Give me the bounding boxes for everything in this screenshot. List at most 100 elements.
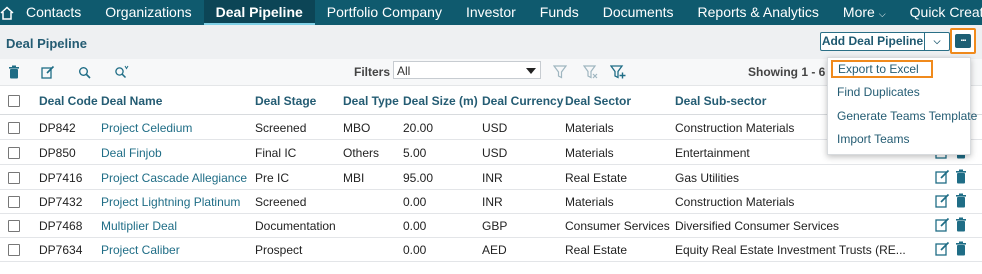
deal-size-cell: 20.00: [403, 121, 434, 135]
deal-type-cell: MBO: [343, 121, 371, 135]
deal-code-cell: DP842: [39, 121, 76, 135]
nav-reports-analytics[interactable]: Reports & Analytics: [686, 0, 831, 25]
deal-name-link[interactable]: Multiplier Deal: [101, 219, 177, 233]
trash-icon[interactable]: [955, 193, 967, 211]
column-header-deal-size[interactable]: Deal Size (m): [403, 94, 478, 108]
trash-icon[interactable]: [955, 169, 967, 187]
top-nav: Contacts Organizations Deal Pipeline Por…: [0, 0, 982, 25]
menu-item-generate-teams-template[interactable]: Generate Teams Template: [837, 109, 977, 123]
deal-stage-cell: Final IC: [255, 146, 297, 160]
caret-down-icon: [526, 68, 536, 74]
table-row[interactable]: DP7432 Project Lightning Platinum Screen…: [0, 189, 982, 214]
deal-name-link[interactable]: Project Lightning Platinum: [101, 195, 240, 209]
nav-more-label: More: [842, 4, 875, 20]
edit-icon[interactable]: [935, 217, 950, 235]
nav-quick-create[interactable]: Quick Create⌵: [898, 0, 982, 25]
more-actions-button[interactable]: ...: [950, 28, 976, 54]
deal-stage-cell: Screened: [255, 121, 307, 135]
column-header-deal-sub-sector[interactable]: Deal Sub-sector: [675, 94, 766, 108]
search-icon[interactable]: [76, 64, 92, 80]
deal-stage-cell: Documentation: [255, 219, 336, 233]
filters-label: Filters :: [354, 65, 398, 79]
trash-icon[interactable]: [955, 241, 967, 259]
deal-sub-sector-cell: Diversified Consumer Services: [675, 219, 840, 233]
column-header-deal-stage[interactable]: Deal Stage: [255, 94, 316, 108]
row-checkbox[interactable]: [8, 147, 20, 159]
column-header-deal-type[interactable]: Deal Type: [343, 94, 399, 108]
deal-currency-cell: INR: [482, 195, 503, 209]
deal-currency-cell: INR: [482, 171, 503, 185]
add-deal-pipeline-label[interactable]: Add Deal Pipeline: [821, 33, 925, 50]
deal-currency-cell: USD: [482, 146, 508, 160]
add-deal-pipeline-button[interactable]: Add Deal Pipeline ⌵: [820, 32, 950, 51]
filters-dropdown[interactable]: All: [393, 61, 541, 79]
deal-sector-cell: Real Estate: [565, 171, 628, 185]
deal-sub-sector-cell: Construction Materials: [675, 121, 795, 135]
column-header-deal-name[interactable]: Deal Name: [101, 94, 162, 108]
advanced-search-icon[interactable]: [114, 64, 130, 80]
home-icon[interactable]: [0, 0, 14, 25]
select-all-checkbox[interactable]: [8, 95, 20, 107]
deal-currency-cell: AED: [482, 243, 507, 257]
chevron-down-icon: ⌵: [878, 9, 886, 19]
deal-name-link[interactable]: Project Celedium: [101, 121, 192, 135]
add-filter-icon[interactable]: [610, 64, 626, 80]
row-actions: [935, 241, 967, 259]
column-header-deal-sector[interactable]: Deal Sector: [565, 94, 631, 108]
edit-icon[interactable]: [40, 64, 56, 80]
nav-investor[interactable]: Investor: [454, 0, 528, 25]
deal-stage-cell: Screened: [255, 195, 307, 209]
deal-code-cell: DP7416: [39, 171, 83, 185]
table-row[interactable]: DP7634 Project Caliber Prospect 0.00 AED…: [0, 237, 982, 262]
nav-portfolio-company[interactable]: Portfolio Company: [315, 0, 454, 25]
deal-name-link[interactable]: Deal Finjob: [101, 146, 162, 160]
nav-quick-create-label: Quick Create: [909, 4, 982, 20]
deal-stage-cell: Prospect: [255, 243, 303, 257]
row-checkbox[interactable]: [8, 196, 20, 208]
deal-sub-sector-cell: Construction Materials: [675, 195, 795, 209]
deal-sub-sector-cell: Gas Utilities: [675, 171, 740, 185]
edit-icon[interactable]: [935, 169, 950, 187]
menu-item-find-duplicates[interactable]: Find Duplicates: [837, 85, 920, 99]
filter-icon[interactable]: [552, 64, 568, 80]
filters-value: All: [397, 64, 411, 78]
deal-size-cell: 5.00: [403, 146, 427, 160]
row-checkbox[interactable]: [8, 244, 20, 256]
edit-icon[interactable]: [935, 193, 950, 211]
more-actions-menu: Export to Excel Find Duplicates Generate…: [827, 57, 977, 155]
row-checkbox[interactable]: [8, 172, 20, 184]
table-row[interactable]: DP7468 Multiplier Deal Documentation 0.0…: [0, 213, 982, 238]
trash-icon[interactable]: [955, 217, 967, 235]
deal-size-cell: 0.00: [403, 195, 427, 209]
deal-code-cell: DP7634: [39, 243, 83, 257]
deal-code-cell: DP850: [39, 146, 76, 160]
nav-organizations[interactable]: Organizations: [93, 0, 203, 25]
deal-sector-cell: Real Estate: [565, 243, 628, 257]
page-title: Deal Pipeline: [6, 36, 87, 51]
deal-currency-cell: GBP: [482, 219, 508, 233]
menu-item-import-teams[interactable]: Import Teams: [837, 132, 909, 146]
nav-deal-pipeline[interactable]: Deal Pipeline: [203, 0, 315, 25]
edit-icon[interactable]: [935, 241, 950, 259]
row-actions: [935, 217, 967, 235]
clear-filter-icon[interactable]: [582, 64, 598, 80]
trash-icon[interactable]: [6, 64, 22, 80]
nav-contacts[interactable]: Contacts: [14, 0, 93, 25]
nav-funds[interactable]: Funds: [528, 0, 591, 25]
column-header-deal-code[interactable]: Deal Code: [39, 94, 98, 108]
row-actions: [935, 193, 967, 211]
column-header-deal-currency[interactable]: Deal Currency: [482, 94, 563, 108]
deal-sub-sector-cell: Equity Real Estate Investment Trusts (RE…: [675, 243, 906, 257]
deal-name-link[interactable]: Project Cascade Allegiance: [101, 171, 247, 185]
menu-item-export-to-excel[interactable]: Export to Excel: [831, 60, 933, 78]
chevron-down-icon[interactable]: ⌵: [925, 33, 949, 50]
deal-sector-cell: Materials: [565, 195, 614, 209]
deal-type-cell: Others: [343, 146, 380, 160]
deal-name-link[interactable]: Project Caliber: [101, 243, 180, 257]
row-checkbox[interactable]: [8, 122, 20, 134]
table-row[interactable]: DP7416 Project Cascade Allegiance Pre IC…: [0, 165, 982, 190]
deal-type-cell: MBI: [343, 171, 365, 185]
nav-more[interactable]: More ⌵: [831, 0, 898, 25]
row-checkbox[interactable]: [8, 220, 20, 232]
nav-documents[interactable]: Documents: [591, 0, 686, 25]
